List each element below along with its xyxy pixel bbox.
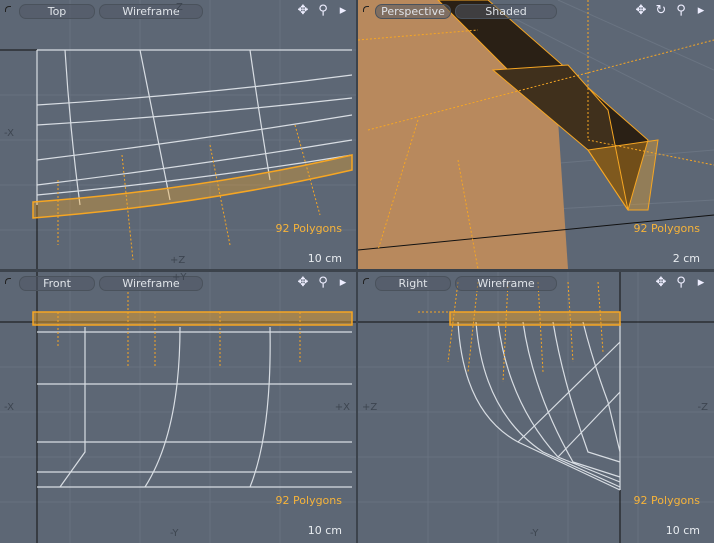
viewport-perspective[interactable]: Perspective Shaded ✥ ↻ ⚲ ▸ 92 Polygons 2 cm bbox=[358, 0, 714, 269]
viewport-corner-handle[interactable] bbox=[5, 6, 11, 12]
menu-arrow-icon[interactable]: ▸ bbox=[336, 275, 350, 291]
axis-label-right: -Z bbox=[697, 402, 708, 413]
axis-label-bottom: -Y bbox=[530, 528, 539, 539]
menu-arrow-icon[interactable]: ▸ bbox=[694, 3, 708, 19]
axis-label-bottom: +Z bbox=[170, 255, 186, 266]
shading-selector[interactable]: Shaded bbox=[455, 4, 557, 19]
viewport-header: Perspective Shaded ✥ ↻ ⚲ ▸ bbox=[358, 0, 714, 22]
viewport-corner-handle[interactable] bbox=[363, 278, 369, 284]
menu-arrow-icon[interactable]: ▸ bbox=[336, 3, 350, 19]
polygon-count: 92 Polygons bbox=[275, 494, 342, 507]
viewport-header: Right Wireframe ✥ ⚲ ▸ bbox=[358, 272, 714, 294]
zoom-icon[interactable]: ⚲ bbox=[316, 3, 330, 19]
axis-label-right: +X bbox=[334, 402, 350, 413]
axis-label-left: -X bbox=[4, 402, 14, 413]
polygon-count: 92 Polygons bbox=[633, 222, 700, 235]
view-selector[interactable]: Right bbox=[375, 276, 451, 291]
zoom-icon[interactable]: ⚲ bbox=[674, 3, 688, 19]
view-selector[interactable]: Front bbox=[19, 276, 95, 291]
menu-arrow-icon[interactable]: ▸ bbox=[694, 275, 708, 291]
axis-label-bottom: -Y bbox=[170, 528, 179, 539]
axis-label-left: +Z bbox=[362, 402, 378, 413]
shading-selector[interactable]: Wireframe bbox=[455, 276, 557, 291]
pan-icon[interactable]: ✥ bbox=[296, 3, 310, 19]
axis-label-top: Z bbox=[176, 2, 183, 13]
viewport-front[interactable]: Front Wireframe ✥ ⚲ ▸ -X +X -Y +Y 92 Polyg… bbox=[0, 272, 356, 543]
grid-scale: 10 cm bbox=[307, 524, 342, 537]
viewport-top[interactable]: Top Wireframe ✥ ⚲ ▸ -X +Z Z 92 Polygons 10… bbox=[0, 0, 356, 269]
pan-icon[interactable]: ✥ bbox=[296, 275, 310, 291]
rotate-icon[interactable]: ↻ bbox=[654, 3, 668, 19]
viewport-corner-handle[interactable] bbox=[5, 278, 11, 284]
axis-label-left: -X bbox=[4, 128, 14, 139]
grid-scale: 10 cm bbox=[307, 252, 342, 265]
view-selector[interactable]: Perspective bbox=[375, 4, 451, 19]
pan-icon[interactable]: ✥ bbox=[634, 3, 648, 19]
pan-icon[interactable]: ✥ bbox=[654, 275, 668, 291]
grid-scale: 10 cm bbox=[665, 524, 700, 537]
viewport-corner-handle[interactable] bbox=[363, 6, 369, 12]
shading-selector[interactable]: Wireframe bbox=[99, 276, 203, 291]
zoom-icon[interactable]: ⚲ bbox=[674, 275, 688, 291]
polygon-count: 92 Polygons bbox=[633, 494, 700, 507]
shading-selector[interactable]: Wireframe bbox=[99, 4, 203, 19]
grid-scale: 2 cm bbox=[672, 252, 700, 265]
axis-label-top: +Y bbox=[172, 272, 187, 283]
view-selector[interactable]: Top bbox=[19, 4, 95, 19]
polygon-count: 92 Polygons bbox=[275, 222, 342, 235]
zoom-icon[interactable]: ⚲ bbox=[316, 275, 330, 291]
viewport-right[interactable]: Right Wireframe ✥ ⚲ ▸ +Z -Z -Y 92 Polygons… bbox=[358, 272, 714, 543]
